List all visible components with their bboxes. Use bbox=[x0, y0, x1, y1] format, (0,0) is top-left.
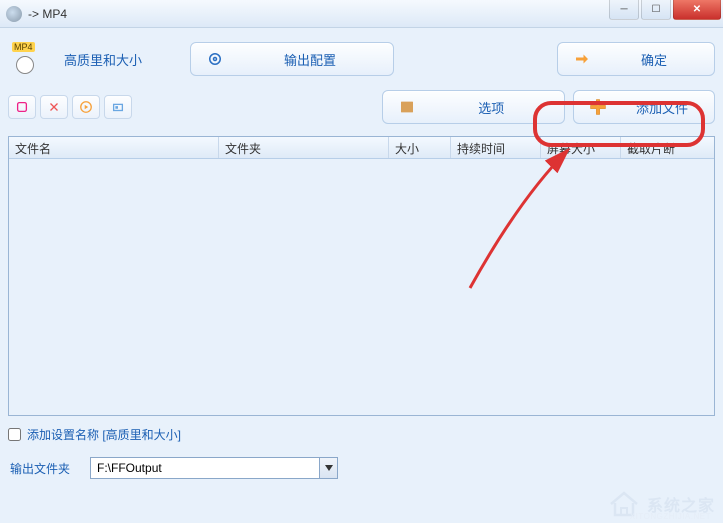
output-folder-value: F:\FFOutput bbox=[97, 461, 162, 475]
toolbar-btn-play[interactable] bbox=[72, 95, 100, 119]
output-config-button[interactable]: 输出配置 bbox=[190, 42, 394, 76]
close-button[interactable]: ✕ bbox=[673, 0, 721, 20]
format-badge: MP4 bbox=[8, 44, 42, 74]
table-body[interactable] bbox=[9, 159, 714, 415]
table-header: 文件名 文件夹 大小 持续时间 屏幕大小 截取片断 bbox=[9, 137, 714, 159]
maximize-button[interactable]: ☐ bbox=[641, 0, 671, 20]
ok-label: 确定 bbox=[606, 50, 714, 69]
th-folder[interactable]: 文件夹 bbox=[219, 137, 389, 158]
th-duration[interactable]: 持续时间 bbox=[451, 137, 541, 158]
plus-icon bbox=[574, 97, 622, 117]
watermark-sub: XITONGZHIJIA.NET bbox=[630, 512, 711, 521]
toolbar-btn-4[interactable] bbox=[104, 95, 132, 119]
minimize-button[interactable]: ─ bbox=[609, 0, 639, 20]
toolbar-btn-2[interactable] bbox=[40, 95, 68, 119]
add-settings-name-label: 添加设置名称 [高质里和大小] bbox=[27, 426, 181, 443]
th-size[interactable]: 大小 bbox=[389, 137, 451, 158]
format-badge-label: MP4 bbox=[12, 42, 35, 52]
arrow-right-icon bbox=[558, 50, 606, 68]
th-clip[interactable]: 截取片断 bbox=[621, 137, 714, 158]
th-name[interactable]: 文件名 bbox=[9, 137, 219, 158]
add-file-button[interactable]: 添加文件 bbox=[573, 90, 715, 124]
add-file-label: 添加文件 bbox=[622, 98, 714, 117]
app-icon bbox=[6, 6, 22, 22]
film-icon bbox=[383, 98, 431, 116]
th-screen[interactable]: 屏幕大小 bbox=[541, 137, 621, 158]
ok-button[interactable]: 确定 bbox=[557, 42, 715, 76]
file-table: 文件名 文件夹 大小 持续时间 屏幕大小 截取片断 bbox=[8, 136, 715, 416]
toolbar-btn-1[interactable] bbox=[8, 95, 36, 119]
chevron-down-icon bbox=[319, 458, 337, 478]
titlebar: -> MP4 ─ ☐ ✕ bbox=[0, 0, 723, 28]
add-settings-name-checkbox[interactable] bbox=[8, 428, 21, 441]
options-label: 选项 bbox=[431, 98, 564, 117]
output-config-label: 输出配置 bbox=[239, 50, 393, 69]
gear-icon bbox=[191, 50, 239, 68]
output-folder-select[interactable]: F:\FFOutput bbox=[90, 457, 338, 479]
quality-label: 高质里和大小 bbox=[64, 50, 142, 69]
film-icon bbox=[16, 56, 34, 74]
output-folder-label: 输出文件夹 bbox=[10, 460, 70, 477]
window-title: -> MP4 bbox=[28, 7, 67, 21]
options-button[interactable]: 选项 bbox=[382, 90, 565, 124]
